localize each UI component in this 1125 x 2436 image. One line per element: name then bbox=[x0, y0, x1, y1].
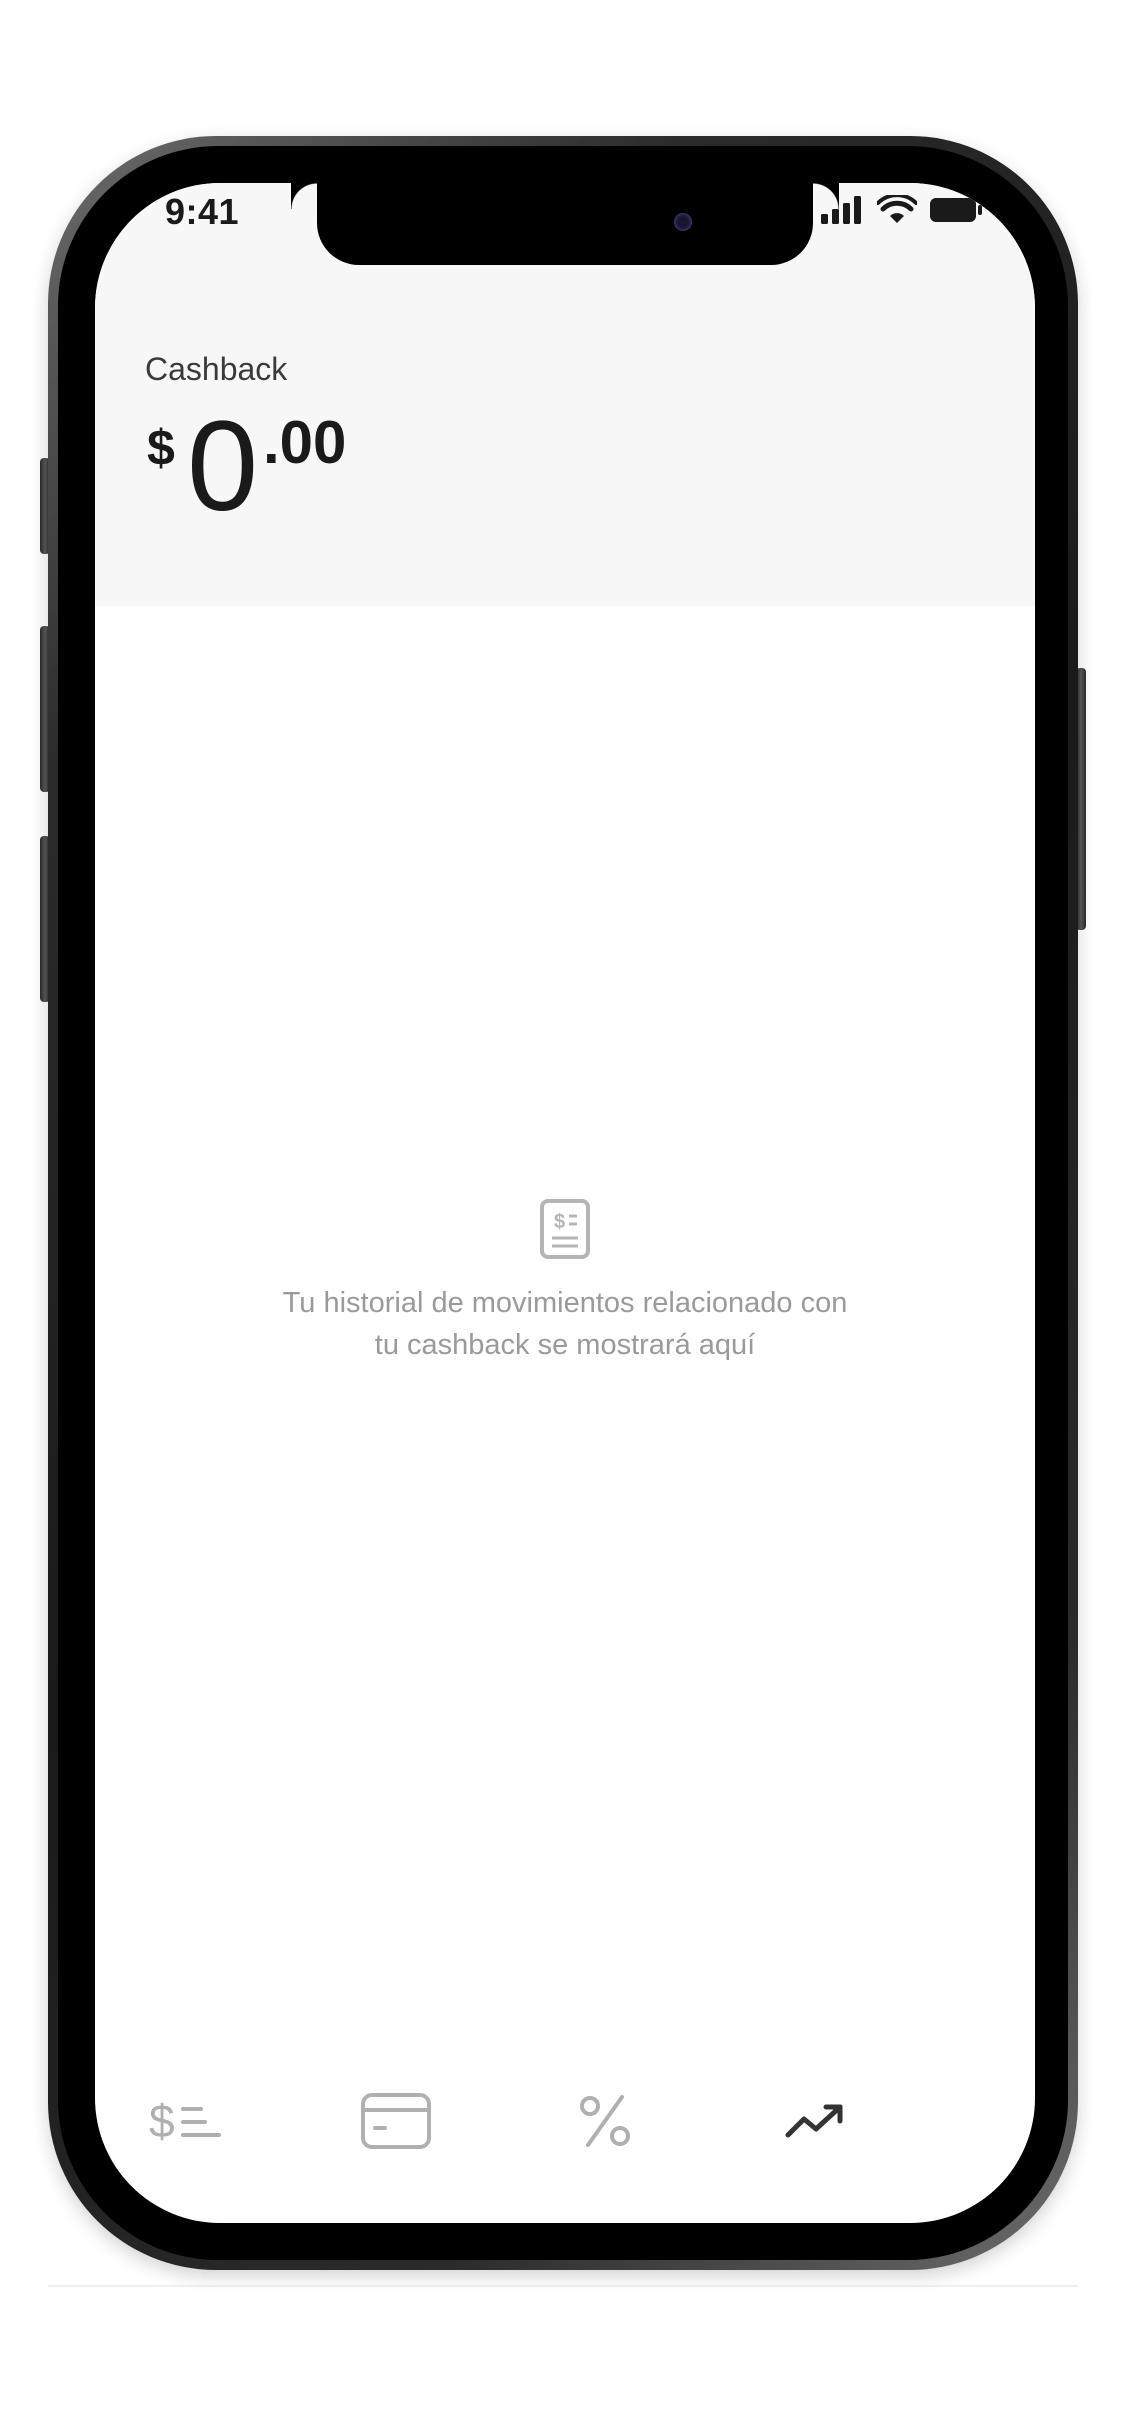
transactions-icon: $ bbox=[147, 2093, 223, 2154]
notch bbox=[317, 183, 839, 265]
empty-state-message-line1: Tu historial de movimientos relacionado … bbox=[282, 1287, 848, 1319]
device-mockup: 9:41 Cashback $ 0 .00 $ Tu historial de … bbox=[0, 0, 1125, 2436]
phone-screen: 9:41 Cashback $ 0 .00 $ Tu historial de … bbox=[95, 183, 1035, 2223]
trending-up-icon bbox=[784, 2101, 846, 2146]
front-camera bbox=[674, 213, 692, 231]
tab-transactions[interactable]: $ bbox=[140, 2078, 230, 2168]
status-icons bbox=[821, 193, 983, 230]
empty-state-message-line2: tu cashback se mostrará aquí bbox=[374, 1329, 756, 1361]
page-title: Cashback bbox=[145, 351, 288, 387]
receipt-icon: $ bbox=[95, 1198, 1035, 1260]
wifi-icon bbox=[876, 193, 918, 230]
card-icon bbox=[360, 2092, 432, 2155]
battery-icon bbox=[929, 197, 983, 228]
tab-percent[interactable] bbox=[560, 2078, 650, 2168]
balance-decimal: .00 bbox=[263, 409, 347, 476]
tab-bar: $ bbox=[95, 2078, 1035, 2168]
ground-shadow bbox=[48, 2285, 1078, 2287]
empty-state-message: Tu historial de movimientos relacionado … bbox=[95, 1282, 1035, 1366]
balance-currency: $ bbox=[147, 420, 175, 476]
empty-state: $ Tu historial de movimientos relacionad… bbox=[95, 1198, 1035, 1366]
svg-text:$: $ bbox=[554, 1211, 565, 1233]
percent-icon bbox=[578, 2093, 632, 2154]
tab-trending[interactable] bbox=[770, 2078, 860, 2168]
status-time: 9:41 bbox=[165, 191, 240, 232]
tab-card[interactable] bbox=[351, 2078, 441, 2168]
balance-integer: 0 bbox=[187, 395, 259, 538]
svg-text:$: $ bbox=[149, 2095, 175, 2147]
